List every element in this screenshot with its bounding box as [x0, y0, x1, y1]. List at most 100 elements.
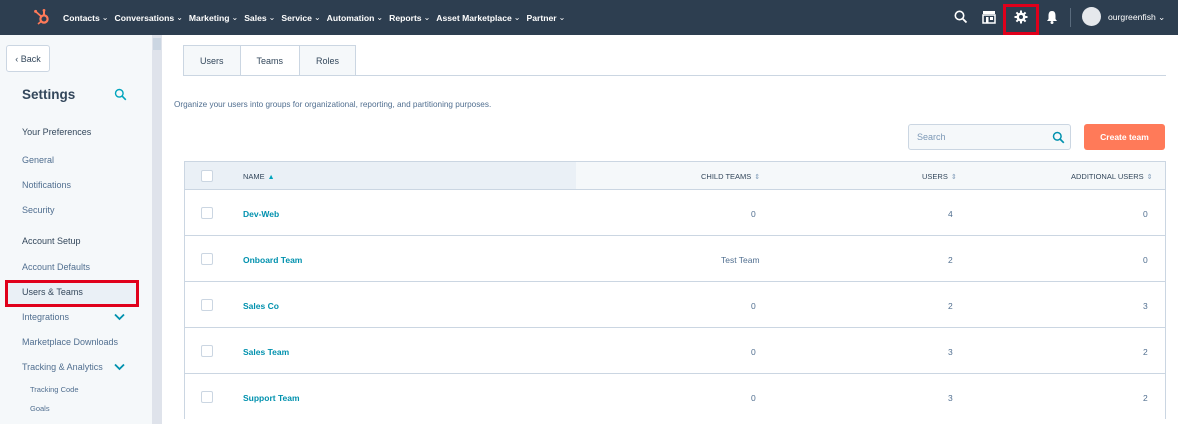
- child-teams-cell: 0: [751, 209, 756, 219]
- column-header-child-teams[interactable]: CHILD TEAMS ⇕: [701, 172, 760, 181]
- team-search: [908, 124, 1071, 150]
- menu-automation[interactable]: Automation ⌄: [327, 13, 383, 23]
- back-button[interactable]: ‹ Back: [6, 45, 50, 72]
- table-header: NAME ▲ CHILD TEAMS ⇕ USERS ⇕ ADDITIONAL USE…: [185, 162, 1165, 190]
- table-row: Dev-Web 0 4 0: [185, 190, 1165, 236]
- menu-marketing[interactable]: Marketing ⌄: [189, 13, 238, 23]
- search-icon[interactable]: [1052, 131, 1065, 144]
- row-checkbox[interactable]: [201, 345, 213, 357]
- sidebar-scrollbar[interactable]: [152, 35, 162, 424]
- menu-sales[interactable]: Sales ⌄: [244, 13, 275, 23]
- additional-users-cell: 2: [1143, 347, 1148, 357]
- sidebar-item-tracking-analytics[interactable]: Tracking & Analytics: [22, 362, 103, 372]
- tab-teams[interactable]: Teams: [239, 45, 301, 76]
- select-all-checkbox[interactable]: [201, 170, 213, 182]
- additional-users-cell: 0: [1143, 209, 1148, 219]
- account-name: ourgreenfish: [1108, 12, 1156, 22]
- avatar[interactable]: [1082, 7, 1101, 26]
- search-icon[interactable]: [114, 88, 127, 101]
- menu-label: Asset Marketplace: [436, 12, 512, 23]
- menu-reports[interactable]: Reports ⌄: [389, 13, 430, 23]
- menu-label: Sales: [244, 12, 267, 23]
- additional-users-cell: 3: [1143, 301, 1148, 311]
- row-checkbox[interactable]: [201, 299, 213, 311]
- row-checkbox[interactable]: [201, 207, 213, 219]
- search-input[interactable]: [909, 125, 1049, 149]
- table-row: Onboard Team Test Team 2 0: [185, 236, 1165, 282]
- chevron-down-icon: ⌄: [313, 13, 321, 22]
- sidebar-item-tracking-code[interactable]: Tracking Code: [30, 385, 79, 394]
- gear-highlight-box: [1003, 4, 1039, 35]
- child-teams-cell: 0: [751, 347, 756, 357]
- menu-label: Automation: [326, 12, 375, 23]
- chevron-down-icon[interactable]: [114, 313, 125, 321]
- child-teams-cell: 0: [751, 301, 756, 311]
- account-menu[interactable]: ourgreenfish ⌄: [1108, 12, 1165, 23]
- child-teams-cell[interactable]: Test Team: [721, 255, 760, 265]
- column-header-name[interactable]: NAME ▲: [243, 172, 275, 181]
- team-name-link[interactable]: Support Team: [243, 393, 300, 403]
- sidebar-heading-your-preferences: Your Preferences: [22, 127, 92, 137]
- marketplace-icon[interactable]: [981, 9, 997, 25]
- menu-partner[interactable]: Partner ⌄: [526, 13, 565, 23]
- tab-roles[interactable]: Roles: [299, 45, 357, 76]
- teams-table: NAME ▲ CHILD TEAMS ⇕ USERS ⇕ ADDITIONAL USE…: [184, 161, 1166, 420]
- sidebar-item-notifications[interactable]: Notifications: [22, 180, 71, 190]
- sidebar-item-security[interactable]: Security: [22, 205, 55, 215]
- menu-contacts[interactable]: Contacts ⌄: [63, 13, 108, 23]
- menu-label: Service: [281, 12, 312, 23]
- menu-label: Marketing: [188, 12, 230, 23]
- team-name-link[interactable]: Sales Co: [243, 301, 279, 311]
- chevron-down-icon[interactable]: [114, 363, 125, 371]
- additional-users-cell: 2: [1143, 393, 1148, 403]
- chevron-down-icon: ⌄: [176, 13, 183, 22]
- menu-service[interactable]: Service ⌄: [281, 13, 320, 23]
- users-cell: 2: [948, 301, 953, 311]
- sidebar-item-users-teams[interactable]: Users & Teams: [22, 287, 83, 297]
- scrollbar-up-arrow[interactable]: [153, 38, 161, 50]
- chevron-down-icon: ⌄: [231, 13, 239, 22]
- sidebar-heading-account-setup: Account Setup: [22, 236, 81, 246]
- column-header-users[interactable]: USERS ⇕: [922, 172, 957, 181]
- top-navigation-bar: Contacts ⌄ Conversations ⌄ Marketing ⌄ Sale…: [0, 0, 1178, 35]
- team-name-link[interactable]: Sales Team: [243, 347, 289, 357]
- create-team-button[interactable]: Create team: [1084, 124, 1165, 150]
- sidebar-item-account-defaults[interactable]: Account Defaults: [22, 262, 90, 272]
- hubspot-logo-icon[interactable]: [33, 8, 51, 26]
- menu-label: Partner: [526, 12, 557, 23]
- sort-icon: ⇕: [1146, 174, 1153, 181]
- table-row: Sales Co 0 2 3: [185, 282, 1165, 328]
- menu-label: Contacts: [63, 12, 100, 23]
- tab-users[interactable]: Users: [183, 45, 241, 76]
- team-name-link[interactable]: Onboard Team: [243, 255, 302, 265]
- row-checkbox[interactable]: [201, 253, 213, 265]
- menu-label: Reports: [389, 12, 422, 23]
- sidebar-item-marketplace-downloads[interactable]: Marketplace Downloads: [22, 337, 118, 347]
- bell-icon[interactable]: [1044, 9, 1060, 25]
- settings-title: Settings: [22, 87, 76, 102]
- column-label: USERS: [922, 172, 948, 181]
- users-cell: 3: [948, 393, 953, 403]
- users-cell: 2: [948, 255, 953, 265]
- column-header-additional-users[interactable]: ADDITIONAL USERS ⇕: [1071, 172, 1153, 181]
- menu-asset-marketplace[interactable]: Asset Marketplace ⌄: [436, 13, 520, 23]
- menu-label: Conversations: [114, 12, 175, 23]
- settings-sidebar: ‹ Back Settings Your Preferences General…: [0, 35, 152, 424]
- sidebar-item-goals[interactable]: Goals: [30, 404, 50, 413]
- column-label: CHILD TEAMS: [701, 172, 752, 181]
- menu-conversations[interactable]: Conversations ⌄: [114, 13, 182, 23]
- users-cell: 4: [948, 209, 953, 219]
- team-name-link[interactable]: Dev-Web: [243, 209, 279, 219]
- sort-icon: ⇕: [754, 174, 761, 181]
- chevron-down-icon: ⌄: [1158, 12, 1166, 22]
- chevron-down-icon: ⌄: [513, 13, 521, 22]
- table-row: Sales Team 0 3 2: [185, 328, 1165, 374]
- column-label: ADDITIONAL USERS: [1071, 172, 1144, 181]
- row-checkbox[interactable]: [201, 391, 213, 403]
- chevron-down-icon: ⌄: [423, 13, 431, 22]
- search-icon[interactable]: [953, 9, 969, 25]
- sort-ascending-icon: ▲: [267, 174, 275, 181]
- sidebar-item-general[interactable]: General: [22, 155, 54, 165]
- sidebar-item-integrations[interactable]: Integrations: [22, 312, 69, 322]
- tab-bar: Users Teams Roles: [183, 45, 357, 76]
